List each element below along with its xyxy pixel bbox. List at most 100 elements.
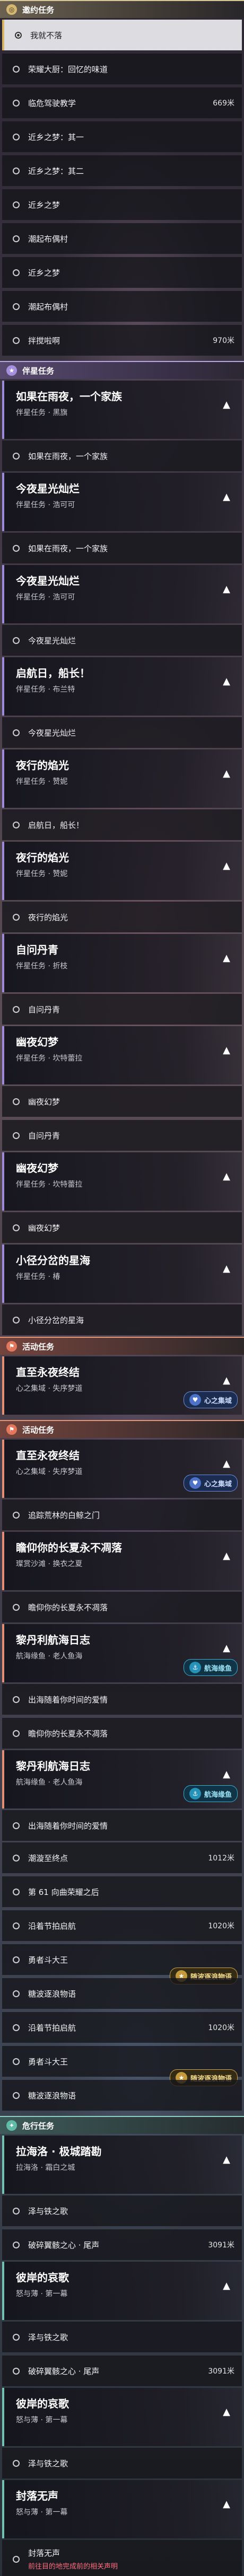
chevron-up-icon[interactable]: ▲: [219, 1260, 234, 1276]
chevron-up-icon[interactable]: ▲: [219, 1455, 234, 1471]
chevron-up-icon[interactable]: ▲: [219, 765, 234, 781]
task-item[interactable]: 追踪荒林的白鲸之门: [2, 1499, 242, 1530]
task-item[interactable]: 瞻仰你的长夏永不凋落: [2, 1718, 242, 1749]
divider: [0, 2112, 244, 2114]
quest-card[interactable]: 夜行的焰光 伴星任务 · 赞妮 ▲: [2, 842, 242, 900]
chevron-up-icon[interactable]: ▲: [219, 858, 234, 874]
quest-card[interactable]: 黎丹利航海日志 航海缘鱼 · 老人鱼海 ▲ ⚓ 航海缘鱼: [2, 1624, 242, 1682]
task-item[interactable]: 近乡之梦: [2, 257, 242, 288]
task-item[interactable]: 近乡之梦：其一: [2, 121, 242, 152]
quest-card[interactable]: 黎丹利航海日志 航海缘鱼 · 老人鱼海 ▲ ⚓ 航海缘鱼: [2, 1750, 242, 1809]
quest-subtitle: 拉海洛 · 霜白之城: [16, 2164, 75, 2172]
task-item[interactable]: 勇者斗大王 ★ 随波逐浪物语: [2, 2046, 242, 2086]
quest-subtitle: 怒与薄 · 第一幕: [16, 2290, 68, 2298]
task-item[interactable]: 潮起布偶村: [2, 223, 242, 254]
chevron-up-icon[interactable]: ▲: [219, 950, 234, 966]
radio-circle-icon: [13, 1822, 20, 1829]
task-item[interactable]: 沿着节拍启航 1020米: [2, 1910, 242, 1941]
task-item[interactable]: 幽夜幻梦: [2, 1086, 242, 1117]
quest-card[interactable]: 彼岸的哀歌 怒与薄 · 第一幕 ▲: [2, 2388, 242, 2446]
chevron-up-icon[interactable]: ▲: [219, 396, 234, 412]
chevron-up-icon[interactable]: ▲: [219, 1766, 234, 1782]
task-item[interactable]: 临危驾驶教学 669米: [2, 87, 242, 118]
task-label: 拌搅啦啊: [28, 336, 60, 346]
quest-card[interactable]: 彼岸的哀歌 怒与薄 · 第一幕 ▲: [2, 2262, 242, 2320]
task-distance: 1020米: [208, 2024, 234, 2032]
task-item[interactable]: 如果在雨夜，一个家族: [2, 440, 242, 471]
chevron-up-icon[interactable]: ▲: [219, 1548, 234, 1564]
chevron-up-icon[interactable]: ▲: [219, 2278, 234, 2293]
task-item[interactable]: 幽夜幻梦: [2, 1212, 242, 1243]
task-item[interactable]: 泽与铁之歌: [2, 2322, 242, 2352]
task-item[interactable]: 近乡之梦: [2, 189, 242, 220]
quest-card[interactable]: 今夜星光灿烂 伴星任务 · 浩可可 ▲: [2, 565, 242, 623]
task-item[interactable]: 夜行的焰光: [2, 902, 242, 932]
task-item[interactable]: 如果在雨夜，一个家族: [2, 533, 242, 563]
chevron-up-icon[interactable]: ▲: [219, 1168, 234, 1184]
task-label: 勇者斗大王: [28, 1955, 68, 1965]
quest-card[interactable]: 小径分岔的星海 伴星任务 · 椿 ▲: [2, 1245, 242, 1303]
chevron-up-icon[interactable]: ▲: [219, 1042, 234, 1058]
quest-card[interactable]: 夜行的焰光 伴星任务 · 赞妮 ▲: [2, 749, 242, 808]
task-item[interactable]: 近乡之梦：其二: [2, 155, 242, 186]
section-header[interactable]: ★ 伴星任务: [0, 361, 244, 379]
radio-circle-icon: [13, 1224, 20, 1231]
task-item[interactable]: 自问丹青: [2, 1120, 242, 1151]
task-item[interactable]: 潮起布偶村: [2, 291, 242, 322]
task-item[interactable]: 小径分岔的星海: [2, 1304, 242, 1335]
quest-card[interactable]: 幽夜幻梦 伴星任务 · 坎特蕾拉 ▲: [2, 1152, 242, 1211]
task-item[interactable]: 出海随着你时间的爱情: [2, 1684, 242, 1715]
chevron-up-icon[interactable]: ▲: [219, 2151, 234, 2167]
quest-card[interactable]: 直至永夜终结 心之集域 · 失序梦道 ▲ ♥ 心之集域: [2, 1440, 242, 1498]
task-item[interactable]: 自问丹青: [2, 994, 242, 1025]
task-item[interactable]: 糖波逐浪物语: [2, 2080, 242, 2111]
task-item[interactable]: 荣耀大厨：回忆的味道: [2, 54, 242, 84]
task-distance: 669米: [213, 99, 234, 108]
task-item[interactable]: 封落无声 前往目的地完成前的相关声明: [2, 2540, 242, 2576]
section-header[interactable]: ✦ 危行任务: [0, 2116, 244, 2134]
task-item[interactable]: 出海随着你时间的爱情: [2, 1810, 242, 1841]
chevron-up-icon[interactable]: ▲: [219, 581, 234, 597]
task-item[interactable]: 潮漩至终点 1012米: [2, 1842, 242, 1873]
chevron-up-icon[interactable]: ▲: [219, 2404, 234, 2420]
chevron-up-icon[interactable]: ▲: [219, 1640, 234, 1656]
quest-card[interactable]: 启航日，船长！ 伴星任务 · 布兰特 ▲: [2, 657, 242, 716]
quest-card[interactable]: 拉海洛 · 极城踏勘 拉海洛 · 霜白之城 ▲: [2, 2136, 242, 2194]
task-item[interactable]: 启航日，船长！: [2, 809, 242, 840]
quest-card[interactable]: 自问丹青 伴星任务 · 折枝 ▲: [2, 934, 242, 992]
quest-card[interactable]: 如果在雨夜，一个家族 伴星任务 · 黑旗 ▲: [2, 381, 242, 439]
quest-card[interactable]: 封落无声 怒与薄 · 第一幕 ▲: [2, 2480, 242, 2538]
task-item[interactable]: 破碎翼骸之心 · 尾声 3091米: [2, 2356, 242, 2386]
quest-title: 如果在雨夜，一个家族: [16, 390, 122, 403]
task-item[interactable]: 泽与铁之歌: [2, 2195, 242, 2226]
quest-card[interactable]: 瞻仰你的长夏永不凋落 璨赏沙滩 · 换衣之夏 ▲: [2, 1532, 242, 1590]
task-item[interactable]: 今夜星光灿烂: [2, 625, 242, 656]
task-item[interactable]: 今夜星光灿烂: [2, 717, 242, 748]
section-header[interactable]: ◎ 邀约任务: [0, 0, 244, 18]
task-item[interactable]: 泽与铁之歌: [2, 2448, 242, 2478]
task-item[interactable]: 拌搅啦啊 970米: [2, 325, 242, 356]
chevron-up-icon[interactable]: ▲: [219, 1372, 234, 1388]
task-distance: 3091米: [208, 2241, 234, 2249]
task-item[interactable]: 我就不落: [2, 20, 242, 50]
section-header[interactable]: ⚑ 活动任务: [0, 1420, 244, 1438]
chevron-up-icon[interactable]: ▲: [219, 2496, 234, 2512]
task-item[interactable]: 勇者斗大王 ★ 随波逐浪物语: [2, 1944, 242, 1984]
task-item[interactable]: 第 61 向曲荣耀之后: [2, 1876, 242, 1907]
chevron-up-icon[interactable]: ▲: [219, 673, 234, 689]
quest-card[interactable]: 幽夜幻梦 伴星任务 · 坎特蕾拉 ▲: [2, 1026, 242, 1084]
task-item[interactable]: 沿着节拍启航 1020米: [2, 2012, 242, 2043]
task-item[interactable]: 糖波逐浪物语: [2, 1978, 242, 2009]
task-item[interactable]: 瞻仰你的长夏永不凋落: [2, 1592, 242, 1622]
quest-title: 直至永夜终结: [16, 1366, 80, 1379]
task-item[interactable]: 破碎翼骸之心 · 尾声 3091米: [2, 2229, 242, 2260]
task-label: 糖波逐浪物语: [28, 1989, 76, 1999]
quest-title: 小径分岔的星海: [16, 1254, 90, 1267]
task-label: 潮起布偶村: [28, 302, 68, 312]
quest-subtitle: 璨赏沙滩 · 换衣之夏: [16, 1560, 83, 1568]
quest-card[interactable]: 直至永夜终结 心之集域 · 失序梦道 ▲ ♥ 心之集域: [2, 1356, 242, 1415]
quest-card[interactable]: 今夜星光灿烂 伴星任务 · 浩可可 ▲: [2, 473, 242, 531]
section-header[interactable]: ⚑ 活动任务: [0, 1337, 244, 1355]
chevron-up-icon[interactable]: ▲: [219, 489, 234, 505]
section-title: 活动任务: [22, 1425, 55, 1435]
